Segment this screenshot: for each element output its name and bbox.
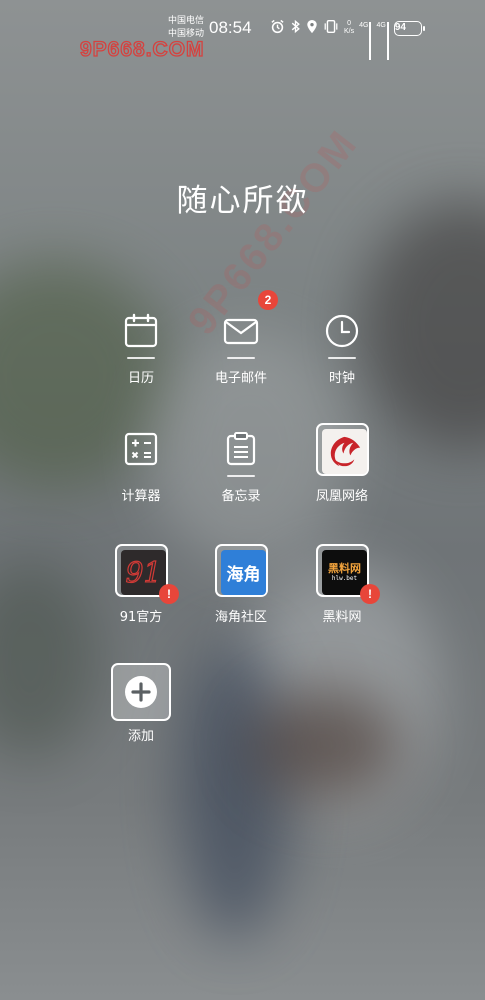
calendar-tile[interactable] [111, 305, 171, 363]
calendar-icon [124, 313, 158, 348]
carrier-1: 中国电信 [168, 16, 205, 26]
notes-tile[interactable] [211, 423, 271, 481]
app-91-logo-text: 91 [125, 555, 162, 589]
calculator-tile[interactable] [111, 423, 171, 481]
app-heiliao[interactable]: 黑料网 hlw.bet ! 黑料网 [282, 544, 402, 644]
app-phoenix[interactable]: 凤凰网络 [282, 423, 402, 523]
status-time: 08:54 [209, 18, 252, 37]
status-bar: 中国电信 中国移动 08:54 0 K/s 4G 4G 94 [0, 0, 485, 60]
calendar-underline [127, 357, 155, 359]
clock-icon [325, 314, 359, 348]
phoenix-icon [322, 429, 367, 474]
bluetooth-icon [290, 19, 301, 38]
folder-title[interactable]: 随心所欲 [0, 175, 485, 220]
signal-bars-1-icon [369, 22, 372, 60]
add-icon [125, 676, 157, 708]
phoenix-tile[interactable] [316, 423, 369, 476]
net-speed: 0 K/s [344, 20, 355, 35]
alarm-icon [270, 19, 285, 38]
app-label: 时钟 [328, 371, 355, 386]
heiliao-logo-sub: hlw.bet [331, 575, 358, 582]
haijiao-tile[interactable]: 海角 [215, 544, 268, 597]
net-type-1: 4G [359, 22, 369, 29]
net-type-2: 4G [376, 22, 386, 29]
haijiao-logo-text: 海角 [226, 565, 261, 585]
calculator-icon [124, 432, 158, 466]
app-add[interactable]: 添加 [81, 663, 201, 763]
haijiao-icon: 海角 [221, 550, 266, 595]
notification-badge: 2 [258, 290, 278, 310]
notes-icon [226, 432, 256, 466]
signal-1: 4G [359, 22, 372, 60]
clock-tile[interactable] [312, 305, 372, 363]
signal-2: 4G [376, 22, 389, 60]
battery-icon: 94 [393, 20, 425, 36]
notes-underline [227, 475, 255, 477]
vibrate-icon [323, 19, 339, 38]
signal-bars-2-icon [386, 22, 389, 60]
add-tile[interactable] [111, 663, 171, 721]
location-icon [306, 19, 318, 38]
email-tile[interactable] [211, 305, 271, 363]
app-label: 黑料网 [322, 610, 362, 625]
app-label: 添加 [127, 729, 154, 744]
clock-underline [328, 357, 356, 359]
app-clock[interactable]: 时钟 [282, 305, 402, 405]
watermark-text: 9P668.COM [79, 37, 205, 61]
mail-icon [223, 318, 259, 345]
heiliao-logo-text: 黑料网 [328, 562, 361, 575]
alert-badge: ! [159, 584, 179, 604]
alert-badge: ! [360, 584, 380, 604]
email-underline [227, 357, 255, 359]
app-label: 凤凰网络 [315, 489, 368, 504]
